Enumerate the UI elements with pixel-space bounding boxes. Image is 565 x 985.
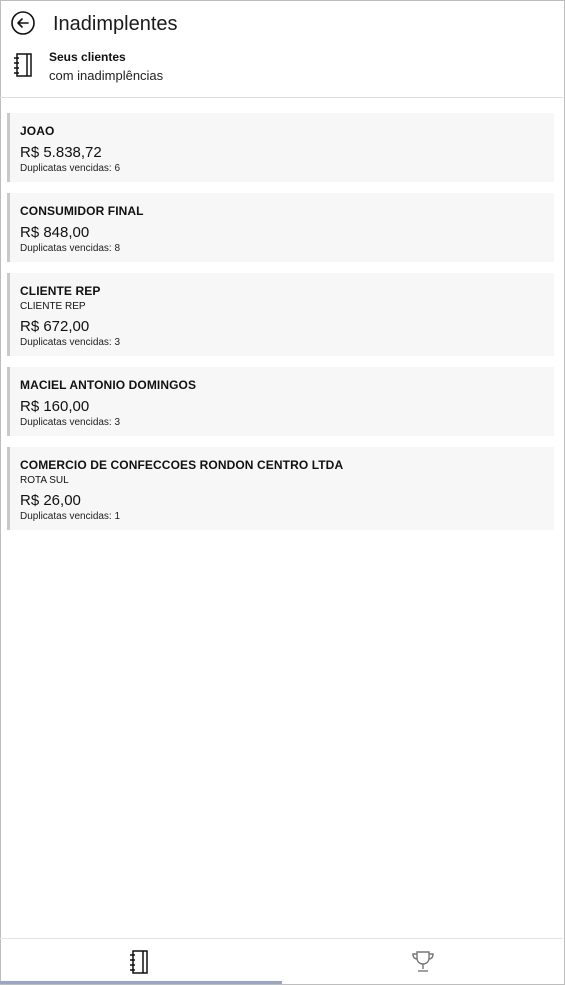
client-amount: R$ 5.838,72: [20, 144, 102, 161]
client-card[interactable]: COMERCIO DE CONFECCOES RONDON CENTRO LTD…: [7, 447, 554, 530]
client-name: CONSUMIDOR FINAL: [20, 204, 144, 218]
client-card[interactable]: JOAO R$ 5.838,72 Duplicatas vencidas: 6: [7, 113, 554, 182]
client-amount: R$ 26,00: [20, 492, 81, 509]
overdue-count: Duplicatas vencidas: 3: [20, 417, 121, 428]
trophy-icon[interactable]: [410, 950, 436, 974]
client-list: JOAO R$ 5.838,72 Duplicatas vencidas: 6 …: [7, 113, 554, 541]
active-tab-indicator: [0, 981, 282, 984]
subtitle-text: com inadimplências: [49, 68, 164, 83]
overdue-count: Duplicatas vencidas: 1: [20, 511, 121, 522]
header: Inadimplentes Seus clientes com inadimpl…: [0, 0, 563, 98]
client-name: CLIENTE REP: [20, 284, 101, 298]
page-title: Inadimplentes: [53, 13, 178, 35]
subtitle-heading: Seus clientes: [49, 50, 126, 64]
overdue-count: Duplicatas vencidas: 8: [20, 243, 121, 254]
overdue-count: Duplicatas vencidas: 6: [20, 163, 121, 174]
notebook-icon: [14, 53, 32, 77]
notebook-icon[interactable]: [128, 950, 150, 974]
client-card[interactable]: MACIEL ANTONIO DOMINGOS R$ 160,00 Duplic…: [7, 367, 554, 436]
client-route: ROTA SUL: [20, 475, 69, 486]
overdue-count: Duplicatas vencidas: 3: [20, 337, 121, 348]
bottom-nav: [0, 938, 563, 984]
client-amount: R$ 160,00: [20, 398, 90, 415]
client-name: MACIEL ANTONIO DOMINGOS: [20, 378, 197, 392]
client-card[interactable]: CONSUMIDOR FINAL R$ 848,00 Duplicatas ve…: [7, 193, 554, 262]
client-amount: R$ 848,00: [20, 224, 90, 241]
client-card[interactable]: CLIENTE REP CLIENTE REP R$ 672,00 Duplic…: [7, 273, 554, 356]
client-name: JOAO: [20, 124, 55, 138]
client-name: COMERCIO DE CONFECCOES RONDON CENTRO LTD…: [20, 458, 344, 472]
client-amount: R$ 672,00: [20, 318, 90, 335]
client-route: CLIENTE REP: [20, 301, 86, 312]
back-arrow-icon[interactable]: [11, 11, 35, 35]
